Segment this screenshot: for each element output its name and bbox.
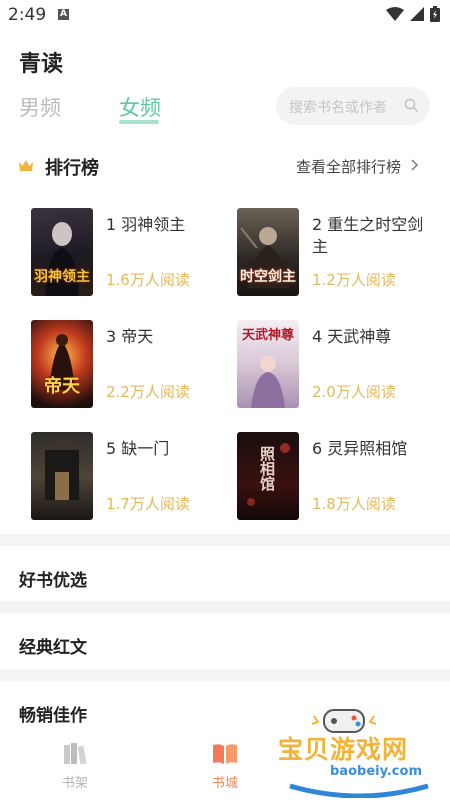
- book-title: 1 羽神领主: [106, 215, 186, 234]
- book-cover-4[interactable]: 天武神尊: [237, 320, 299, 408]
- ranking-header: 排行榜 查看全部排行榜: [0, 150, 450, 182]
- status-bar: 2:49 A: [0, 0, 450, 32]
- book-cover-1[interactable]: 羽神领主: [31, 208, 93, 296]
- watermark-text: 宝贝游戏网: [278, 735, 409, 764]
- wifi-icon: [386, 7, 404, 21]
- nav-bookstore[interactable]: 书城: [195, 742, 255, 791]
- section-divider: [0, 601, 450, 613]
- battery-icon: [430, 6, 440, 22]
- section-label: 经典红文: [19, 638, 87, 658]
- section-divider: [0, 534, 450, 546]
- nav-bookshelf[interactable]: 书架: [45, 742, 105, 791]
- bookshelf-icon: [64, 743, 87, 765]
- cover-title-text: 天武神尊: [241, 328, 294, 343]
- book-title: 3 帝天: [106, 327, 154, 346]
- search-placeholder: 搜索书名或作者: [289, 100, 387, 116]
- section-classic-hits[interactable]: 经典红文: [0, 613, 450, 671]
- book-item-2[interactable]: 时空剑主 2 重生之时空剑主 1.2万人阅读: [237, 208, 437, 298]
- book-read-count: 1.6万人阅读: [106, 271, 190, 289]
- crown-icon: [19, 160, 33, 171]
- book-read-count: 1.2万人阅读: [312, 271, 396, 289]
- status-time: 2:49: [8, 5, 47, 25]
- book-read-count: 1.7万人阅读: [106, 495, 190, 513]
- tab-male[interactable]: 男频: [19, 92, 61, 122]
- book-cover-2[interactable]: 时空剑主: [237, 208, 299, 296]
- ranking-title: 排行榜: [45, 158, 99, 179]
- notification-a-icon: A: [58, 9, 69, 20]
- watermark: 宝贝游戏网 baobeiy.com: [270, 706, 448, 798]
- cover-title-text: 时空剑主: [240, 269, 296, 285]
- app-title: 青读: [19, 52, 64, 77]
- book-cover-6[interactable]: 照相馆: [237, 432, 299, 520]
- book-title: 5 缺一门: [106, 439, 170, 458]
- book-cover-5[interactable]: [31, 432, 93, 520]
- cover-title-text: 帝天: [44, 376, 80, 397]
- chevron-right-icon[interactable]: [410, 159, 418, 171]
- cellular-signal-icon: [410, 7, 424, 21]
- watermark-url: baobeiy.com: [330, 764, 422, 779]
- nav-label: 书架: [61, 776, 88, 791]
- book-title: 2 重生之时空剑主: [312, 215, 424, 256]
- tab-female[interactable]: 女频: [119, 92, 161, 122]
- cover-title-text: 照相馆: [258, 446, 276, 491]
- book-title: 6 灵异照相馆: [312, 439, 408, 458]
- search-input[interactable]: 搜索书名或作者: [276, 87, 430, 125]
- cover-figure: [41, 438, 83, 500]
- view-all-rankings-link[interactable]: 查看全部排行榜: [296, 156, 401, 177]
- section-divider: [0, 669, 450, 681]
- search-icon: [404, 98, 419, 113]
- nav-label: 书城: [211, 776, 238, 791]
- tab-active-indicator: [119, 120, 159, 124]
- book-cover-3[interactable]: 帝天: [31, 320, 93, 408]
- book-read-count: 2.0万人阅读: [312, 383, 396, 401]
- section-label: 好书优选: [19, 571, 87, 591]
- open-book-icon: [213, 744, 237, 764]
- book-title: 4 天武神尊: [312, 327, 392, 346]
- section-good-books[interactable]: 好书优选: [0, 546, 450, 604]
- section-label: 畅销佳作: [19, 706, 87, 726]
- book-read-count: 2.2万人阅读: [106, 383, 190, 401]
- book-item-1[interactable]: 羽神领主 1 羽神领主 1.6万人阅读: [31, 208, 231, 298]
- cover-title-text: 羽神领主: [34, 269, 90, 285]
- book-item-4[interactable]: 天武神尊 4 天武神尊 2.0万人阅读: [237, 320, 437, 410]
- book-item-3[interactable]: 帝天 3 帝天 2.2万人阅读: [31, 320, 231, 410]
- book-item-5[interactable]: 5 缺一门 1.7万人阅读: [31, 432, 231, 522]
- book-item-6[interactable]: 照相馆 6 灵异照相馆 1.8万人阅读: [237, 432, 437, 522]
- status-icons: [386, 6, 440, 22]
- book-read-count: 1.8万人阅读: [312, 495, 396, 513]
